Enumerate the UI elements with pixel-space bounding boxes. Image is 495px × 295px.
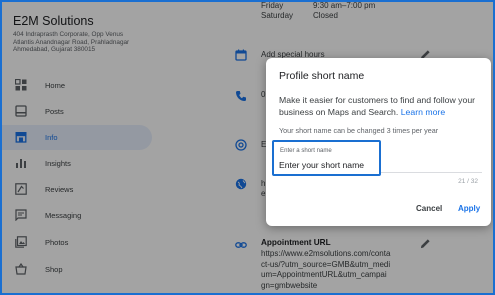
- dialog-description: Make it easier for customers to find and…: [279, 94, 484, 118]
- dialog-title: Profile short name: [279, 70, 365, 82]
- dialog-description-text: Make it easier for customers to find and…: [279, 95, 476, 117]
- app-window: E2M Solutions 404 Indraprasth Corporate,…: [0, 0, 495, 295]
- learn-more-link[interactable]: Learn more: [401, 107, 445, 117]
- short-name-field-label: Enter a short name: [280, 147, 332, 154]
- character-counter: 21 / 32: [458, 178, 478, 185]
- short-name-input[interactable]: [279, 158, 375, 171]
- field-underline: [381, 172, 482, 173]
- apply-button[interactable]: Apply: [458, 204, 480, 213]
- dialog-note: Your short name can be changed 3 times p…: [279, 126, 439, 135]
- short-name-field[interactable]: Enter a short name: [272, 140, 381, 176]
- profile-short-name-dialog: Profile short name Make it easier for cu…: [266, 58, 491, 226]
- cancel-button[interactable]: Cancel: [416, 204, 442, 213]
